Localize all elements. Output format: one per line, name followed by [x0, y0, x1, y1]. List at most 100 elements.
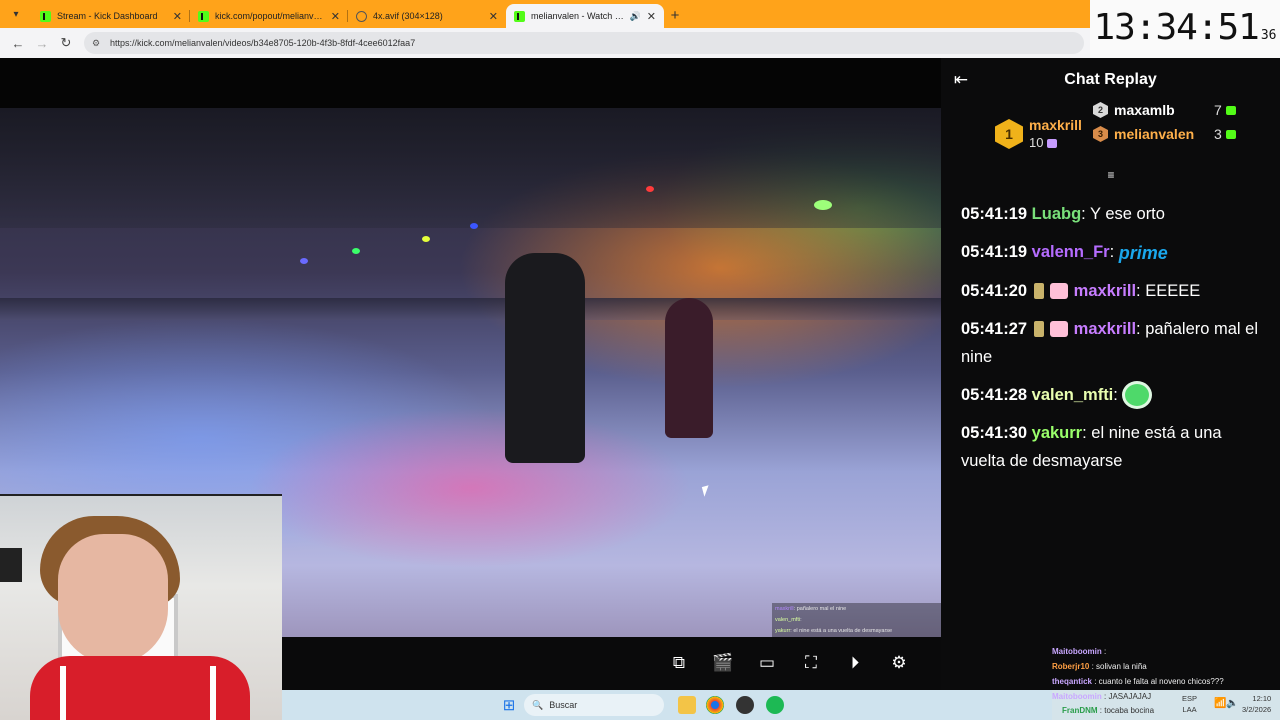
- new-tab-button[interactable]: +: [664, 4, 686, 26]
- chat-message: 05:41:27 maxkrill: pañalero mal el nine: [961, 315, 1260, 371]
- fullscreen-icon[interactable]: ⛶: [800, 653, 822, 673]
- overlay-chat-user: yakurr: [775, 628, 791, 634]
- leader-info: maxkrill 10: [1029, 116, 1082, 152]
- stage-light: [422, 236, 430, 242]
- leader-name: maxamlb: [1114, 102, 1175, 118]
- tab-label: 4x.avif (304×128): [373, 11, 443, 21]
- collapse-chat-icon[interactable]: ⇤: [951, 70, 971, 89]
- keyboard-layout: LAA: [1182, 705, 1197, 714]
- globe-icon: [356, 10, 367, 22]
- tab-kick-dashboard[interactable]: Stream - Kick Dashboard ✕: [32, 4, 190, 28]
- kick-icon: [514, 10, 525, 22]
- gift-icon: [1047, 139, 1058, 149]
- tab-melianvalen-vod[interactable]: melianvalen - Watch the VOD 🔊 ✕: [506, 4, 664, 28]
- miniplayer-icon[interactable]: ⧉: [668, 653, 690, 673]
- tab-avif-image[interactable]: 4x.avif (304×128) ✕: [348, 4, 506, 28]
- overlay-chat-user: valen_mfti: [775, 617, 801, 623]
- stream-chat-text: : tocaba bocina: [1097, 706, 1155, 715]
- stream-chat-user: Maitoboomin: [1052, 647, 1102, 656]
- stream-chat-user: Maitoboomin: [1052, 692, 1102, 701]
- message-username[interactable]: valen_mfti: [1032, 386, 1114, 404]
- language-code: ESP: [1182, 694, 1198, 703]
- message-username[interactable]: valenn_Fr: [1032, 243, 1110, 261]
- filter-icon[interactable]: ≡: [1102, 168, 1120, 182]
- taskbar-time: 12:10: [1252, 694, 1272, 703]
- tab-label: melianvalen - Watch the VOD: [531, 11, 626, 21]
- message-text: Y ese orto: [1085, 205, 1165, 223]
- clip-icon[interactable]: 🎬: [712, 653, 734, 673]
- stream-chat-text: : JASAJAJAJ: [1101, 692, 1152, 701]
- address-bar[interactable]: ⚙ https://kick.com/melianvalen/videos/b3…: [84, 32, 1084, 54]
- message-text: EEEEE: [1140, 281, 1201, 300]
- reload-button[interactable]: ↻: [54, 31, 78, 55]
- tab-search-icon[interactable]: ▾: [6, 4, 26, 24]
- overlay-chat-text: : el nine está a una vuelta de desmayars…: [790, 628, 893, 634]
- leader-name: maxkrill: [1029, 117, 1082, 133]
- playback-speed-icon[interactable]: ⏵: [844, 653, 866, 673]
- taskbar-search[interactable]: 🔍 Buscar: [524, 694, 664, 716]
- stream-chat-text: :: [1101, 647, 1107, 656]
- overlay-chat-line: maxkrill: pañalero mal el nine: [775, 604, 939, 615]
- message-username[interactable]: maxkrill: [1074, 320, 1136, 338]
- obs-icon[interactable]: [736, 696, 754, 714]
- stream-chat-overlay: Maitoboomin : Roberjr10 : solivan la niñ…: [1052, 644, 1224, 689]
- stream-chat-text: : cuanto le falta al noveno chicos???: [1092, 677, 1224, 686]
- chat-title: Chat Replay: [1064, 71, 1157, 88]
- message-username[interactable]: Luabg: [1032, 205, 1082, 223]
- chat-message: 05:41:28 valen_mfti:: [961, 381, 1260, 410]
- tab-close-icon[interactable]: ✕: [173, 10, 182, 23]
- leader-third[interactable]: 3 melianvalen 3: [1093, 126, 1236, 142]
- back-button[interactable]: ←: [6, 31, 30, 55]
- tab-label: kick.com/popout/melianvalen/chat: [215, 11, 325, 21]
- subscriber-badge-icon: [1033, 321, 1044, 338]
- chrome-icon[interactable]: [706, 696, 724, 714]
- leader-count: 3: [1214, 126, 1222, 142]
- clock-fraction: 36: [1260, 28, 1277, 43]
- wifi-icon[interactable]: 📶: [1214, 698, 1226, 709]
- stream-chat-user: FranDNM: [1062, 706, 1098, 715]
- settings-gear-icon[interactable]: ⚙: [888, 653, 910, 673]
- rink-rail: [0, 298, 941, 320]
- chat-message: 05:41:19 Luabg: Y ese orto: [961, 200, 1260, 228]
- streamer-face: [58, 534, 168, 664]
- gift-icon: [1225, 105, 1236, 115]
- stage-light: [646, 186, 654, 192]
- clock-date[interactable]: 12:10 3/2/2026: [1242, 693, 1271, 715]
- message-username[interactable]: maxkrill: [1074, 282, 1136, 300]
- windows-start-icon[interactable]: ⊞: [500, 696, 518, 714]
- tab-close-icon[interactable]: ✕: [489, 10, 498, 23]
- url-text: https://kick.com/melianvalen/videos/b34e…: [110, 38, 416, 48]
- stream-chat-line: Maitoboomin :: [1052, 644, 1224, 659]
- message-colon: :: [1113, 385, 1118, 404]
- forward-button[interactable]: →: [30, 31, 54, 55]
- speaker-icon[interactable]: 🔊: [630, 11, 641, 22]
- tab-close-icon[interactable]: ✕: [331, 10, 340, 23]
- shirt-stripe: [60, 666, 66, 720]
- language-indicator[interactable]: ESP LAA: [1182, 693, 1197, 715]
- rink-roof: [0, 108, 941, 228]
- chat-message: 05:41:20 maxkrill: EEEEE: [961, 277, 1260, 305]
- tab-kick-popout-chat[interactable]: kick.com/popout/melianvalen/chat ✕: [190, 4, 348, 28]
- spotify-icon[interactable]: [766, 696, 784, 714]
- volume-icon[interactable]: 🔈: [1226, 698, 1238, 709]
- leader-first[interactable]: 1 maxkrill 10: [995, 116, 1082, 152]
- subscriber-badge-icon: [1033, 283, 1044, 300]
- message-username[interactable]: yakurr: [1032, 424, 1082, 442]
- tab-close-icon[interactable]: ✕: [647, 10, 656, 23]
- theater-mode-icon[interactable]: ▭: [756, 653, 778, 673]
- kick-icon: [40, 10, 51, 22]
- mouse-cursor: [701, 485, 712, 497]
- file-explorer-icon[interactable]: [678, 696, 696, 714]
- leader-second[interactable]: 2 maxamlb 7: [1093, 102, 1236, 118]
- gifter-badge-icon: [1049, 283, 1068, 300]
- leader-count: 7: [1214, 102, 1222, 118]
- gift-icon: [1225, 129, 1236, 139]
- rank-1-badge-icon: 1: [995, 119, 1023, 149]
- leader-count-row: 10: [1029, 134, 1082, 152]
- browser-toolbar: ← → ↻ ⚙ https://kick.com/melianvalen/vid…: [0, 28, 1090, 58]
- stage-light: [352, 248, 360, 254]
- streamer-shirt: [30, 656, 250, 720]
- overlay-chat-user: maxkrill: [775, 606, 794, 612]
- stream-chat-text: : solivan la niña: [1089, 662, 1147, 671]
- site-info-icon[interactable]: ⚙: [92, 38, 106, 49]
